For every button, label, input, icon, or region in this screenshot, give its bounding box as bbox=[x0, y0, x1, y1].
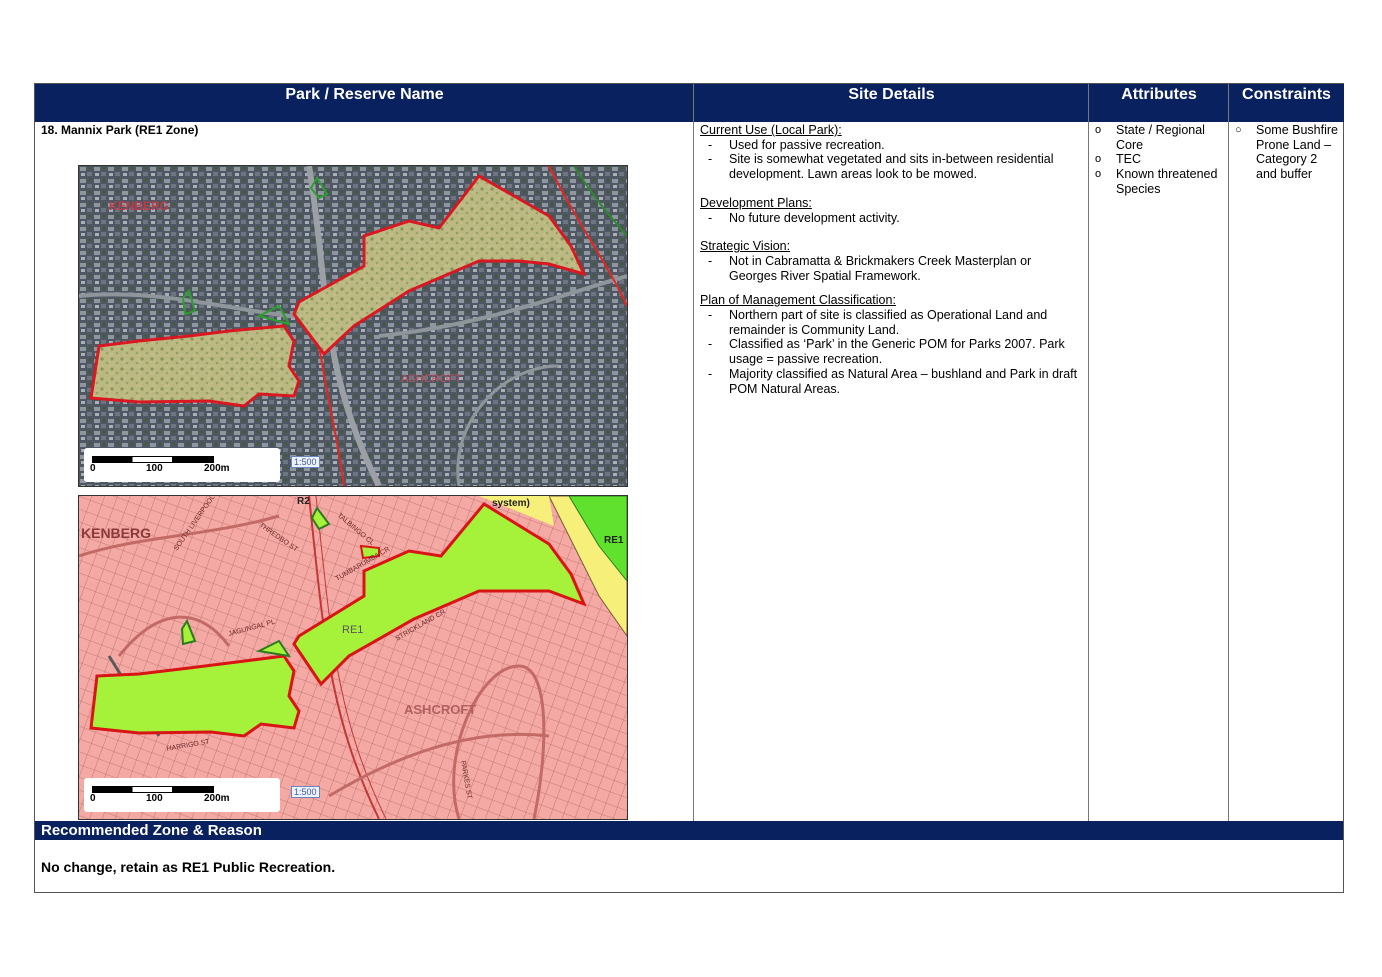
zoning-suburb-label: KENBERG bbox=[81, 525, 151, 541]
header-park-name: Park / Reserve Name bbox=[35, 84, 694, 122]
park-name: 18. Mannix Park (RE1 Zone) bbox=[41, 123, 199, 137]
list-item: Site is somewhat vegetated and sits in-b… bbox=[700, 152, 1080, 181]
list-item: Known threatened Species bbox=[1095, 167, 1223, 196]
scale-mid: 100 bbox=[146, 463, 163, 474]
list-item: TEC bbox=[1095, 152, 1223, 167]
scale-line bbox=[92, 456, 214, 463]
development-list: No future development activity. bbox=[700, 211, 1080, 226]
site-details-cell: Current Use (Local Park): Used for passi… bbox=[700, 123, 1080, 396]
attributes-list: State / Regional Core TEC Known threaten… bbox=[1095, 123, 1223, 197]
zoning-map: KENBERG ASHCROFT RE1 RE1 system) R2 SOUT… bbox=[78, 495, 628, 820]
aerial-map-image: KENBERG ASHCROFT bbox=[79, 166, 627, 486]
scale-end: 200m bbox=[204, 793, 230, 804]
strategic-vision-title: Strategic Vision: bbox=[700, 239, 791, 254]
list-item: Majority classified as Natural Area – bu… bbox=[700, 367, 1080, 396]
zoning-suburb-label-2: ASHCROFT bbox=[404, 702, 476, 717]
zoning-scale-bar: 0 100 200m bbox=[84, 778, 280, 812]
column-divider bbox=[693, 84, 694, 821]
zone-label-r2: R2 bbox=[297, 496, 310, 507]
list-item: Some Bushfire Prone Land – Category 2 an… bbox=[1235, 123, 1339, 182]
aerial-scale-bar: 0 100 200m bbox=[84, 448, 280, 482]
pom-title: Plan of Management Classification: bbox=[700, 293, 896, 308]
current-use-list: Used for passive recreation. Site is som… bbox=[700, 138, 1080, 182]
list-item: Used for passive recreation. bbox=[700, 138, 1080, 153]
scale-line bbox=[92, 786, 214, 793]
column-divider bbox=[1228, 84, 1229, 821]
recommended-text: No change, retain as RE1 Public Recreati… bbox=[41, 859, 336, 875]
scale-mid: 100 bbox=[146, 793, 163, 804]
recommended-title: Recommended Zone & Reason bbox=[35, 821, 1343, 840]
aerial-scale-ratio: 1:500 bbox=[291, 456, 320, 468]
aerial-suburb-label-2: ASHCROFT bbox=[401, 373, 462, 385]
strategic-list: Not in Cabramatta & Brickmakers Creek Ma… bbox=[700, 254, 1080, 283]
header-constraints: Constraints bbox=[1229, 84, 1344, 122]
site-table: Park / Reserve Name Site Details Attribu… bbox=[34, 83, 1344, 893]
pom-list: Northern part of site is classified as O… bbox=[700, 308, 1080, 396]
scale-zero: 0 bbox=[90, 463, 96, 474]
current-use-title: Current Use (Local Park): bbox=[700, 123, 842, 137]
header-attributes: Attributes bbox=[1089, 84, 1229, 122]
header-site-details: Site Details bbox=[694, 84, 1089, 122]
constraints-list: Some Bushfire Prone Land – Category 2 an… bbox=[1235, 123, 1339, 182]
constraints-cell: Some Bushfire Prone Land – Category 2 an… bbox=[1235, 123, 1339, 182]
aerial-map: KENBERG ASHCROFT 0 100 200m 1:500 bbox=[78, 165, 628, 487]
zoning-scale-ratio: 1:500 bbox=[291, 786, 320, 798]
list-item: Classified as ‘Park’ in the Generic POM … bbox=[700, 337, 1080, 366]
aerial-suburb-label: KENBERG bbox=[109, 199, 169, 213]
list-item: Not in Cabramatta & Brickmakers Creek Ma… bbox=[700, 254, 1080, 283]
list-item: State / Regional Core bbox=[1095, 123, 1223, 152]
zone-label-re1-right: RE1 bbox=[604, 535, 624, 546]
zone-label-re1: RE1 bbox=[342, 624, 363, 636]
list-item: No future development activity. bbox=[700, 211, 1080, 226]
column-divider bbox=[1088, 84, 1089, 821]
attributes-cell: State / Regional Core TEC Known threaten… bbox=[1095, 123, 1223, 197]
scale-end: 200m bbox=[204, 463, 230, 474]
list-item: Northern part of site is classified as O… bbox=[700, 308, 1080, 337]
zoning-map-image: KENBERG ASHCROFT RE1 RE1 system) R2 SOUT… bbox=[79, 496, 627, 819]
development-plans-title: Development Plans: bbox=[700, 195, 812, 210]
zone-label-system: system) bbox=[492, 498, 530, 509]
scale-zero: 0 bbox=[90, 793, 96, 804]
